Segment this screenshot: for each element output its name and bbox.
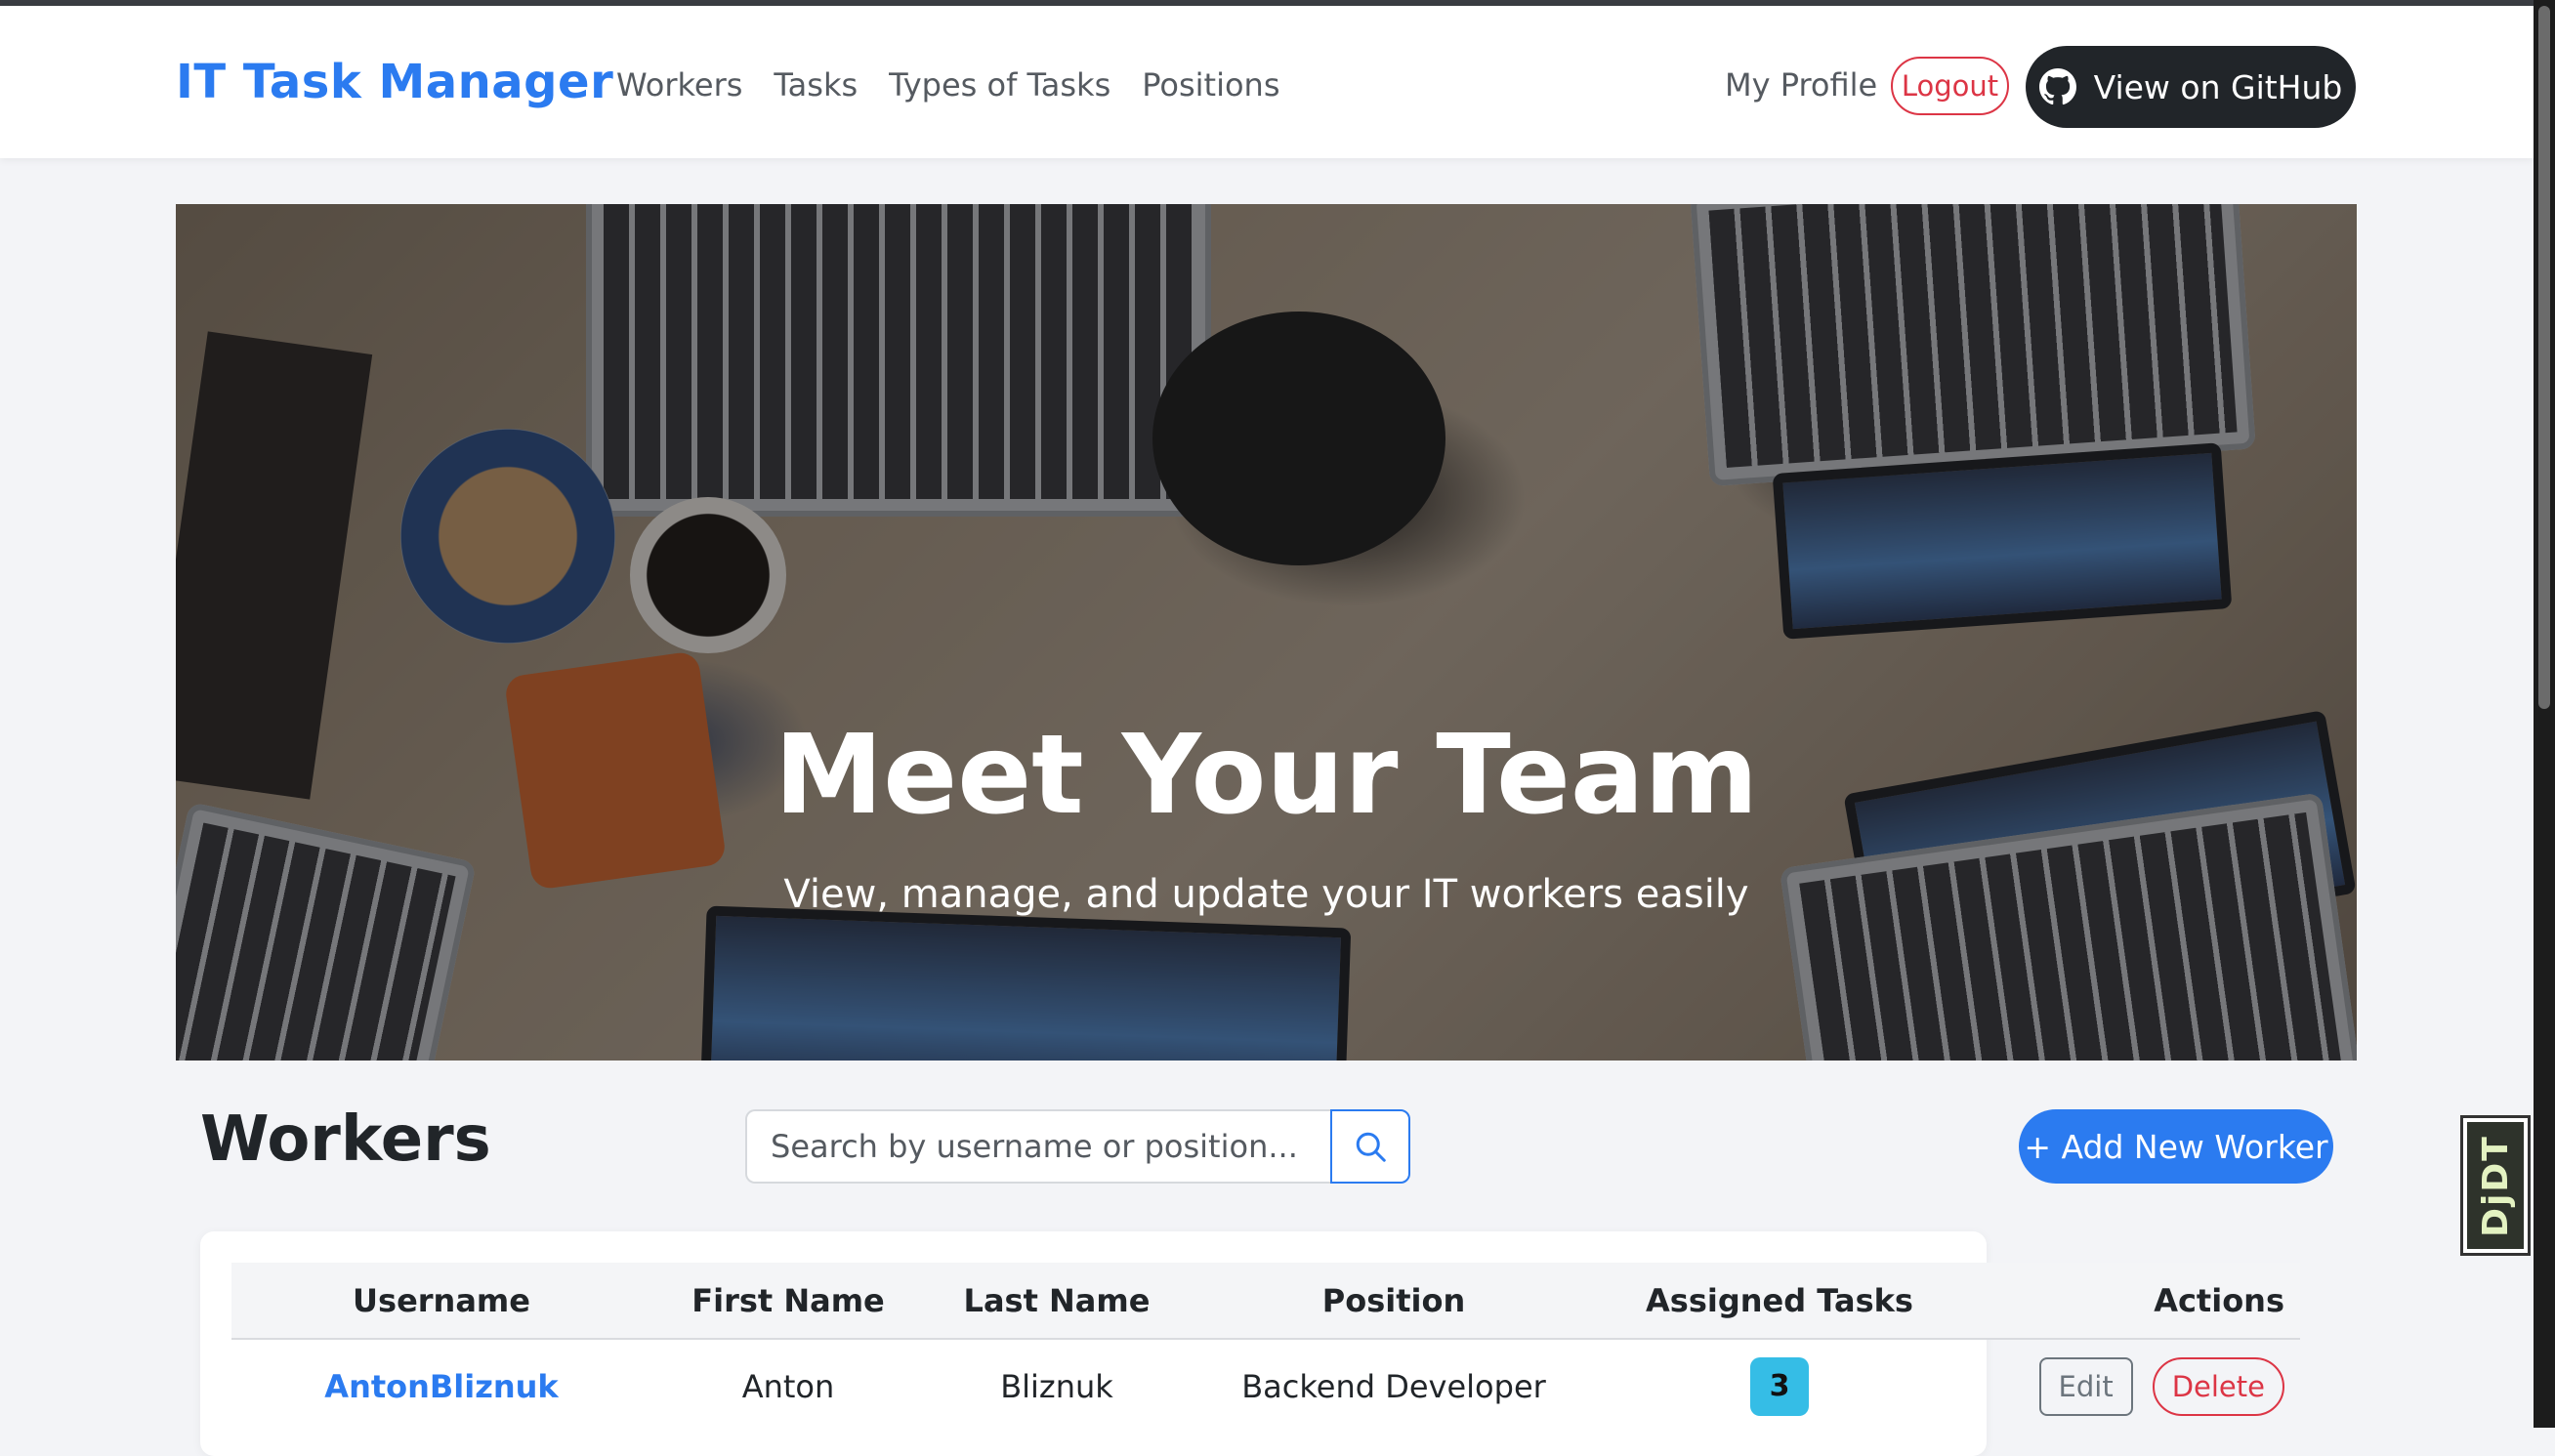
- nav-link-tasks[interactable]: Tasks: [774, 66, 858, 104]
- nav-link-positions[interactable]: Positions: [1142, 66, 1279, 104]
- github-button[interactable]: View on GitHub: [2026, 46, 2356, 128]
- column-header-last-name: Last Name: [925, 1263, 1189, 1340]
- column-header-first-name: First Name: [651, 1263, 925, 1340]
- debug-toolbar-label: DjDT: [2475, 1134, 2516, 1237]
- worker-position: Backend Developer: [1241, 1368, 1546, 1405]
- nav-link-task-types[interactable]: Types of Tasks: [889, 66, 1110, 104]
- brand-logo[interactable]: IT Task Manager: [176, 55, 613, 109]
- edit-button[interactable]: Edit: [2038, 1357, 2133, 1416]
- search-button[interactable]: [1330, 1109, 1410, 1184]
- column-header-username: Username: [231, 1263, 651, 1340]
- hero-subtitle: View, manage, and update your IT workers…: [783, 872, 1749, 917]
- add-worker-button[interactable]: + Add New Worker: [2019, 1109, 2333, 1184]
- row-actions: Edit Delete: [1960, 1339, 2300, 1434]
- assigned-tasks-badge: 3: [1750, 1357, 1809, 1416]
- hero-overlay: [176, 204, 2357, 1061]
- workers-table: Username First Name Last Name Position A…: [231, 1263, 2300, 1434]
- workers-table-card: Username First Name Last Name Position A…: [200, 1231, 2300, 1456]
- column-header-actions: Actions: [1960, 1263, 2300, 1340]
- delete-button[interactable]: Delete: [2152, 1357, 2284, 1416]
- column-header-position: Position: [1189, 1263, 1599, 1340]
- search-input[interactable]: [745, 1109, 1330, 1184]
- hero-title: Meet Your Team: [774, 712, 1759, 839]
- search-icon: [1356, 1132, 1386, 1162]
- nav-links: Workers Tasks Types of Tasks Positions: [616, 66, 1280, 104]
- github-button-label: View on GitHub: [2093, 67, 2343, 106]
- worker-last-name: Bliznuk: [1000, 1368, 1113, 1405]
- table-row: AntonBliznuk Anton Bliznuk Backend Devel…: [231, 1339, 2300, 1434]
- table-header-row: Username First Name Last Name Position A…: [231, 1263, 2300, 1340]
- logout-button[interactable]: Logout: [1891, 57, 2009, 115]
- nav-link-workers[interactable]: Workers: [616, 66, 742, 104]
- debug-toolbar-badge: DjDT: [2467, 1122, 2524, 1249]
- worker-username-link[interactable]: AntonBliznuk: [324, 1368, 558, 1405]
- my-profile-link[interactable]: My Profile: [1725, 66, 1877, 104]
- debug-toolbar-handle[interactable]: DjDT: [2460, 1115, 2531, 1256]
- hero-banner: Meet Your Team View, manage, and update …: [176, 204, 2357, 1061]
- page-title: Workers: [200, 1103, 491, 1176]
- worker-first-name: Anton: [741, 1368, 835, 1405]
- navbar: IT Task Manager Workers Tasks Types of T…: [0, 6, 2534, 158]
- search-form: [745, 1109, 1410, 1184]
- scrollbar-thumb[interactable]: [2538, 6, 2550, 709]
- column-header-assigned-tasks: Assigned Tasks: [1599, 1263, 1960, 1340]
- github-icon: [2038, 68, 2076, 105]
